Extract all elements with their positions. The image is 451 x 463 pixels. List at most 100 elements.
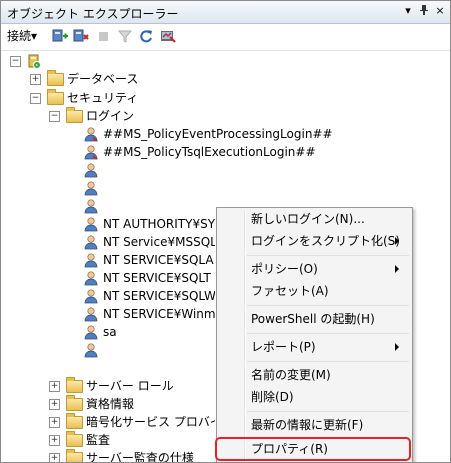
login-user-icon — [83, 342, 99, 358]
submenu-arrow-icon — [395, 265, 399, 273]
menu-separator — [247, 411, 409, 412]
menu-item-new-login[interactable]: 新しいログイン(N)... — [251, 209, 365, 229]
object-explorer-panel: オブジェクト エクスプローラー ▾ × 接続▾ − + データベース − セキュ… — [0, 0, 451, 463]
login-item[interactable] — [81, 179, 211, 197]
expand-toggle[interactable]: + — [49, 381, 60, 392]
collapse-toggle[interactable]: − — [30, 93, 41, 104]
properties-highlight-box — [215, 437, 411, 461]
login-label: NT AUTHORITY¥SY — [103, 217, 215, 231]
login-user-icon — [83, 198, 99, 214]
login-user-icon — [83, 180, 99, 196]
login-item[interactable]: sa — [81, 323, 215, 341]
connect-server-icon[interactable] — [51, 27, 69, 45]
tree-node-databases[interactable]: + データベース — [1, 70, 201, 88]
panel-title-bar: オブジェクト エクスプローラー ▾ × — [1, 1, 450, 24]
login-user-icon — [83, 126, 99, 142]
context-menu: 新しいログイン(N)... ログインをスクリプト化(S) ポリシー(O) ファセ… — [216, 207, 413, 462]
submenu-arrow-icon — [395, 343, 399, 351]
crypto-label: 暗号化サービス プロバイダー — [86, 415, 215, 429]
security-label: セキュリティ — [67, 91, 139, 105]
login-user-icon — [83, 144, 99, 160]
menu-item-reports[interactable]: レポート(P) — [251, 337, 316, 357]
login-item[interactable]: NT SERVICE¥SQLA — [81, 251, 215, 269]
explorer-toolbar: 接続▾ — [1, 24, 450, 51]
expand-toggle[interactable]: + — [49, 435, 60, 446]
tree-node-server-roles[interactable]: + サーバー ロール — [1, 377, 215, 395]
expand-toggle[interactable]: + — [49, 417, 60, 428]
login-label: NT SERVICE¥SQLT — [103, 271, 211, 285]
folder-icon — [47, 89, 64, 105]
close-button[interactable]: × — [433, 4, 447, 18]
login-user-icon — [83, 216, 99, 232]
folder-icon — [66, 431, 83, 447]
credentials-label: 資格情報 — [86, 397, 135, 411]
audit-specs-label: サーバー監査の仕様 — [86, 451, 194, 463]
server-roles-label: サーバー ロール — [86, 379, 174, 393]
server-icon — [26, 53, 42, 69]
pin-button[interactable] — [417, 4, 431, 18]
menu-item-script-login[interactable]: ログインをスクリプト化(S) — [251, 231, 400, 251]
menu-gutter — [244, 210, 246, 462]
expand-toggle[interactable]: + — [49, 399, 60, 410]
login-item[interactable]: NT SERVICE¥SQLT — [81, 269, 215, 287]
login-item[interactable] — [81, 341, 215, 359]
tree-node-credentials[interactable]: + 資格情報 — [1, 395, 215, 413]
login-label: ##MS_PolicyTsqlExecutionLogin## — [103, 145, 316, 159]
chevron-down-icon: ▾ — [31, 29, 38, 43]
login-item[interactable]: NT Service¥MSSQL — [81, 233, 215, 251]
login-item[interactable] — [81, 197, 211, 215]
menu-item-refresh[interactable]: 最新の情報に更新(F) — [251, 415, 363, 435]
pin-icon — [420, 5, 428, 15]
menu-item-powershell[interactable]: PowerShell の起動(H) — [251, 309, 375, 329]
login-label: NT Service¥MSSQL — [103, 235, 215, 249]
menu-separator — [247, 255, 409, 256]
tree-node-crypto-providers[interactable]: + 暗号化サービス プロバイダー — [1, 413, 215, 431]
collapse-toggle[interactable]: − — [49, 111, 60, 122]
login-item[interactable]: ##MS_PolicyEventProcessingLogin## — [81, 125, 381, 143]
stop-icon[interactable] — [97, 27, 111, 45]
tree-node-logins[interactable]: − ログイン — [1, 107, 201, 125]
logins-label: ログイン — [86, 109, 135, 123]
menu-item-rename[interactable]: 名前の変更(M) — [251, 365, 331, 385]
submenu-arrow-icon — [395, 237, 399, 245]
login-user-icon — [83, 252, 99, 268]
login-user-icon — [83, 270, 99, 286]
login-item[interactable]: NT SERVICE¥Winm — [81, 305, 215, 323]
login-label: ##MS_PolicyEventProcessingLogin## — [103, 127, 333, 141]
folder-icon — [66, 377, 83, 393]
menu-item-facets[interactable]: ファセット(A) — [251, 281, 329, 301]
activity-monitor-icon[interactable] — [159, 27, 177, 45]
menu-item-policies[interactable]: ポリシー(O) — [251, 259, 318, 279]
refresh-icon[interactable] — [138, 27, 154, 45]
login-user-icon — [83, 162, 99, 178]
login-label: NT SERVICE¥Winm — [103, 307, 215, 321]
expand-toggle[interactable]: + — [30, 74, 41, 85]
dropdown-button[interactable]: ▾ — [401, 4, 415, 18]
tree-node-security[interactable]: − セキュリティ — [1, 89, 201, 107]
folder-icon — [66, 413, 83, 429]
login-item[interactable]: NT AUTHORITY¥SY — [81, 215, 215, 233]
menu-item-delete[interactable]: 削除(D) — [251, 387, 294, 407]
expand-toggle[interactable]: + — [49, 453, 60, 462]
disconnect-icon[interactable] — [72, 27, 90, 45]
filter-icon[interactable] — [117, 27, 133, 45]
tree-node-audit-specs[interactable]: + サーバー監査の仕様 — [1, 449, 215, 463]
folder-icon — [66, 395, 83, 411]
login-item[interactable]: ##MS_PolicyTsqlExecutionLogin## — [81, 143, 381, 161]
login-item[interactable]: NT SERVICE¥SQLW — [81, 287, 215, 305]
menu-separator — [247, 361, 409, 362]
login-user-icon — [83, 288, 99, 304]
menu-separator — [247, 305, 409, 306]
tree-node-audits[interactable]: + 監査 — [1, 431, 215, 449]
folder-icon — [47, 70, 64, 86]
login-user-icon — [83, 234, 99, 250]
connect-button[interactable]: 接続▾ — [7, 27, 37, 45]
tree-node-server[interactable]: − — [1, 52, 201, 70]
collapse-toggle[interactable]: − — [10, 56, 21, 67]
login-item[interactable] — [81, 161, 211, 179]
login-label: sa — [103, 325, 117, 339]
folder-icon — [66, 449, 83, 462]
login-user-icon — [83, 324, 99, 340]
menu-separator — [247, 333, 409, 334]
login-user-icon — [83, 306, 99, 322]
